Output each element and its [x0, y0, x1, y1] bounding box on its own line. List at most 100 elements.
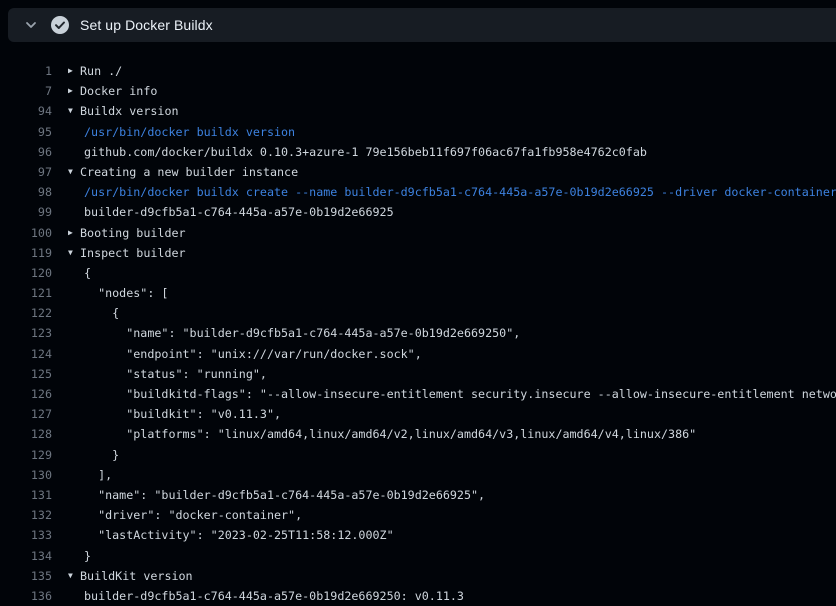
output-text: "name": "builder-d9cfb5a1-c764-445a-a57e…	[84, 326, 520, 340]
log-group-header[interactable]: ▼ Buildx version	[52, 101, 179, 121]
log-content: ],	[52, 465, 112, 485]
log-content: /usr/bin/docker buildx create --name bui…	[52, 182, 836, 202]
line-number[interactable]: 129	[0, 445, 52, 465]
command-text: /usr/bin/docker buildx version	[84, 125, 295, 139]
line-number[interactable]: 99	[0, 202, 52, 222]
line-number[interactable]: 126	[0, 384, 52, 404]
group-expanded-arrow-icon[interactable]: ▼	[68, 566, 73, 586]
step-title: Set up Docker Buildx	[80, 17, 213, 33]
output-text: "name": "builder-d9cfb5a1-c764-445a-a57e…	[84, 488, 485, 502]
line-number[interactable]: 128	[0, 424, 52, 444]
output-text: {	[84, 266, 91, 280]
log-content: "driver": "docker-container",	[52, 505, 302, 525]
log-line: 98/usr/bin/docker buildx create --name b…	[0, 182, 836, 202]
group-title: BuildKit version	[80, 569, 193, 583]
line-number[interactable]: 123	[0, 323, 52, 343]
line-number[interactable]: 94	[0, 101, 52, 121]
log-group-header[interactable]: ▼Creating a new builder instance	[52, 162, 298, 182]
line-number[interactable]: 132	[0, 505, 52, 525]
group-collapsed-arrow-icon[interactable]: ▶	[68, 61, 73, 81]
log-line: 122 {	[0, 303, 836, 323]
log-line: 131 "name": "builder-d9cfb5a1-c764-445a-…	[0, 485, 836, 505]
group-expanded-arrow-icon[interactable]: ▼	[68, 162, 73, 182]
line-number[interactable]: 124	[0, 344, 52, 364]
chevron-down-icon[interactable]	[24, 18, 38, 32]
step-header[interactable]: Set up Docker Buildx	[8, 8, 836, 42]
line-number[interactable]: 1	[0, 61, 52, 81]
log-content: {	[52, 303, 119, 323]
line-number[interactable]: 98	[0, 182, 52, 202]
line-number[interactable]: 135	[0, 566, 52, 586]
log-line: 134}	[0, 546, 836, 566]
log-group-header[interactable]: ▼Inspect builder	[52, 243, 186, 263]
output-text: "lastActivity": "2023-02-25T11:58:12.000…	[84, 528, 394, 542]
line-number[interactable]: 97	[0, 162, 52, 182]
log-content: builder-d9cfb5a1-c764-445a-a57e-0b19d2e6…	[52, 202, 394, 222]
command-text: /usr/bin/docker buildx create --name bui…	[84, 185, 836, 199]
line-number[interactable]: 130	[0, 465, 52, 485]
line-number[interactable]: 121	[0, 283, 52, 303]
log-line: 133 "lastActivity": "2023-02-25T11:58:12…	[0, 525, 836, 545]
log-content: builder-d9cfb5a1-c764-445a-a57e-0b19d2e6…	[52, 586, 464, 606]
log-group-header[interactable]: ▼ BuildKit version	[52, 566, 193, 586]
group-collapsed-arrow-icon[interactable]: ▶	[68, 81, 73, 101]
output-text: builder-d9cfb5a1-c764-445a-a57e-0b19d2e6…	[84, 205, 394, 219]
output-text: github.com/docker/buildx 0.10.3+azure-1 …	[84, 145, 647, 159]
log-line: 126 "buildkitd-flags": "--allow-insecure…	[0, 384, 836, 404]
output-text: }	[84, 448, 119, 462]
log-content: "name": "builder-d9cfb5a1-c764-445a-a57e…	[52, 485, 485, 505]
line-number[interactable]: 125	[0, 364, 52, 384]
log-line: 121 "nodes": [	[0, 283, 836, 303]
log-line: 95/usr/bin/docker buildx version	[0, 122, 836, 142]
line-number[interactable]: 120	[0, 263, 52, 283]
log-line: 1▶Run ./	[0, 61, 836, 81]
line-number[interactable]: 100	[0, 223, 52, 243]
check-circle-icon	[50, 15, 70, 35]
log-content: "buildkit": "v0.11.3",	[52, 404, 281, 424]
log-content: "status": "running",	[52, 364, 267, 384]
log-line: 136 builder-d9cfb5a1-c764-445a-a57e-0b19d…	[0, 586, 836, 606]
group-title: Docker info	[80, 84, 157, 98]
log-content: }	[52, 445, 119, 465]
line-number[interactable]: 133	[0, 525, 52, 545]
log-line: 119▼Inspect builder	[0, 243, 836, 263]
line-number[interactable]: 7	[0, 81, 52, 101]
log-line: 96 github.com/docker/buildx 0.10.3+azure-…	[0, 142, 836, 162]
log-line: 97▼Creating a new builder instance	[0, 162, 836, 182]
output-text: ],	[84, 468, 112, 482]
log-group-header[interactable]: ▶ Docker info	[52, 81, 157, 101]
output-text: "driver": "docker-container",	[84, 508, 302, 522]
log-content: "platforms": "linux/amd64,linux/amd64/v2…	[52, 424, 696, 444]
output-text: "platforms": "linux/amd64,linux/amd64/v2…	[84, 427, 696, 441]
group-expanded-arrow-icon[interactable]: ▼	[68, 243, 73, 263]
log-line: 99 builder-d9cfb5a1-c764-445a-a57e-0b19d2…	[0, 202, 836, 222]
log-line: 125 "status": "running",	[0, 364, 836, 384]
log-line: 7 ▶ Docker info	[0, 81, 836, 101]
log-line: 94 ▼ Buildx version	[0, 101, 836, 121]
line-number[interactable]: 122	[0, 303, 52, 323]
output-text: "nodes": [	[84, 286, 168, 300]
log-content: "nodes": [	[52, 283, 168, 303]
log-group-header[interactable]: ▶Booting builder	[52, 223, 186, 243]
line-number[interactable]: 131	[0, 485, 52, 505]
log-group-header[interactable]: ▶Run ./	[52, 61, 122, 81]
group-expanded-arrow-icon[interactable]: ▼	[68, 101, 73, 121]
line-number[interactable]: 95	[0, 122, 52, 142]
output-text: {	[84, 306, 119, 320]
log-content: {	[52, 263, 91, 283]
log-lines: 1▶Run ./7 ▶ Docker info 94 ▼ Buildx version 95…	[0, 42, 836, 606]
output-text: builder-d9cfb5a1-c764-445a-a57e-0b19d2e6…	[84, 589, 464, 603]
log-content: github.com/docker/buildx 0.10.3+azure-1 …	[52, 142, 647, 162]
log-content: "name": "builder-d9cfb5a1-c764-445a-a57e…	[52, 323, 520, 343]
output-text: "buildkit": "v0.11.3",	[84, 407, 281, 421]
line-number[interactable]: 134	[0, 546, 52, 566]
line-number[interactable]: 136	[0, 586, 52, 606]
group-title: Buildx version	[80, 104, 179, 118]
group-collapsed-arrow-icon[interactable]: ▶	[68, 223, 73, 243]
line-number[interactable]: 119	[0, 243, 52, 263]
line-number[interactable]: 96	[0, 142, 52, 162]
output-text: }	[84, 549, 91, 563]
log-line: 120 {	[0, 263, 836, 283]
log-content: "endpoint": "unix:///var/run/docker.sock…	[52, 344, 422, 364]
line-number[interactable]: 127	[0, 404, 52, 424]
